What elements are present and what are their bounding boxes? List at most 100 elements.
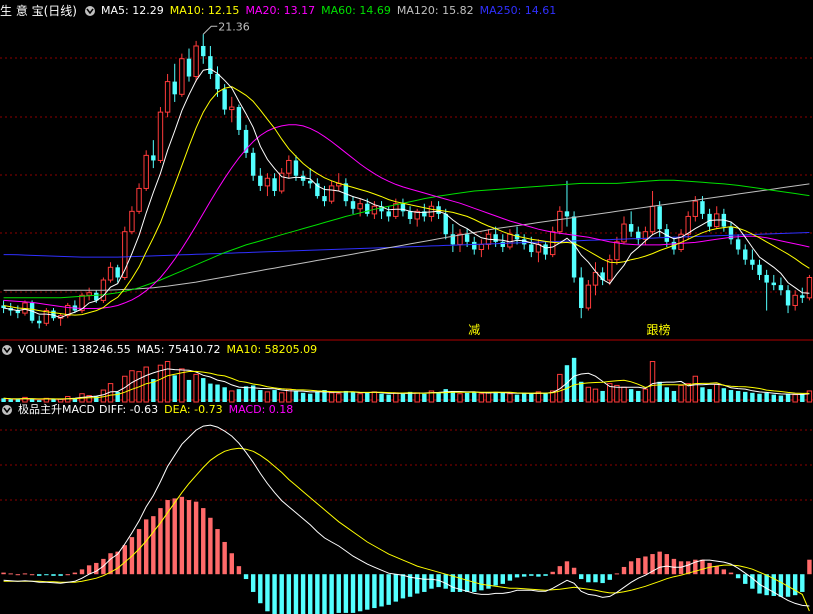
volume-bar-up — [122, 375, 128, 403]
macd-histogram-bar — [300, 574, 306, 614]
diff-line — [3, 424, 810, 607]
candle-body-up — [143, 154, 149, 189]
candle-body-up — [278, 172, 285, 192]
candle-body-down — [529, 244, 534, 253]
signal-marker: 跟榜 — [647, 322, 671, 337]
macd-histogram-bar — [272, 574, 277, 614]
macd-histogram-bar — [586, 574, 591, 583]
macd-histogram-bar — [286, 574, 292, 614]
macd-histogram-bar — [800, 574, 805, 592]
candle-body-down — [764, 274, 769, 283]
macd-value-label: MACD: 0.18 — [228, 403, 294, 416]
volume-bar-down — [600, 390, 605, 402]
volume-bar-down — [464, 392, 470, 402]
macd-histogram-bar — [429, 574, 434, 589]
macd-histogram-bar — [743, 574, 748, 584]
macd-histogram-bar — [65, 574, 70, 576]
volume-bar-down — [764, 392, 769, 402]
ma5-line — [3, 68, 810, 319]
chevron-down-icon[interactable] — [2, 405, 12, 415]
volume-bar-down — [400, 393, 406, 402]
candle-body-down — [443, 213, 448, 235]
ma20-label: MA20: 13.17 — [245, 4, 316, 17]
stock-chart[interactable]: 21.36 减 跟榜 — [0, 0, 813, 614]
macd-histogram-bar — [714, 566, 719, 575]
volume-bar-down — [436, 392, 441, 402]
candle-body-down — [521, 239, 527, 245]
macd-histogram-bar — [279, 574, 284, 614]
peak-price-label: 21.36 — [218, 20, 250, 33]
volume-bar-down — [543, 392, 548, 402]
volume-bar-down — [208, 383, 213, 402]
ma60-label: MA60: 14.69 — [321, 4, 391, 17]
macd-histogram-bar — [643, 556, 648, 575]
candle-body-up — [507, 233, 513, 248]
macd-histogram-bar — [51, 574, 56, 576]
volume-bar-down — [258, 390, 263, 402]
volume-bar-up — [264, 391, 271, 403]
macd-histogram-bar — [543, 574, 548, 576]
macd-histogram-bar — [750, 574, 755, 589]
macd-histogram-bar — [550, 571, 555, 575]
candle-body-up — [585, 284, 592, 309]
volume-bar-down — [579, 381, 584, 402]
candle-body-down — [186, 58, 192, 77]
macd-histogram-bar — [707, 562, 712, 575]
volume-bar-up — [585, 386, 592, 403]
candle-body-up — [557, 210, 563, 233]
candle-body-down — [657, 206, 662, 230]
macd-histogram-bar — [208, 517, 213, 575]
volume-bar-down — [272, 390, 277, 402]
macd-histogram-bar — [400, 574, 406, 599]
candle-body-down — [172, 81, 177, 95]
candle-body-down — [743, 249, 748, 260]
chevron-down-icon[interactable] — [85, 6, 95, 16]
candle-body-up — [264, 177, 271, 187]
macd-histogram-bar — [79, 569, 85, 575]
volume-bar-up — [129, 370, 135, 403]
macd-histogram-bar — [764, 574, 769, 596]
volume-label: VOLUME: 138246.55 — [18, 343, 131, 356]
macd-histogram-bar — [557, 566, 563, 575]
candle-body-down — [407, 211, 413, 219]
volume-bar-down — [365, 392, 370, 402]
macd-histogram-bar — [58, 574, 63, 576]
dea-line — [3, 447, 810, 612]
chevron-down-icon[interactable] — [2, 345, 12, 355]
candle-body-down — [771, 282, 776, 286]
volume-bar-down — [529, 393, 534, 402]
ma120-label: MA120: 15.82 — [396, 4, 474, 17]
candle-body-down — [493, 234, 498, 242]
macd-histogram-bar — [700, 559, 705, 575]
volume-bar-up — [678, 384, 684, 403]
volume-bar-up — [328, 392, 335, 403]
macd-histogram-bar — [579, 574, 584, 580]
volume-bar-up — [649, 361, 656, 403]
macd-histogram-bar — [258, 574, 263, 604]
macd-histogram-bar — [657, 551, 662, 575]
macd-histogram-bar — [571, 567, 577, 575]
volume-bar-up — [478, 393, 485, 403]
volume-bar-down — [172, 375, 177, 402]
macd-histogram-bar — [529, 574, 534, 576]
ma10-label: MA10: 12.15 — [169, 4, 240, 17]
candle-body-up — [592, 271, 599, 286]
candle-body-down — [750, 259, 755, 265]
volume-bar-up — [229, 390, 235, 403]
candle-body-up — [806, 276, 813, 299]
macd-histogram-bar — [151, 516, 156, 575]
candle-body-down — [272, 178, 277, 191]
candle-body-down — [800, 295, 805, 298]
macd-histogram-bar — [201, 508, 206, 575]
macd-histogram-bar — [193, 501, 199, 575]
candle-body-up — [164, 81, 171, 113]
volume-bar-down — [728, 390, 734, 402]
candle-body-down — [308, 180, 313, 184]
candle-body-down — [700, 201, 705, 214]
candle-body-down — [778, 285, 784, 291]
volume-bar-down — [186, 379, 192, 402]
volume-bar-down — [721, 388, 727, 402]
volume-bar-down — [243, 386, 249, 402]
macd-histogram-bar — [678, 561, 684, 575]
volume-bar-down — [757, 393, 762, 402]
